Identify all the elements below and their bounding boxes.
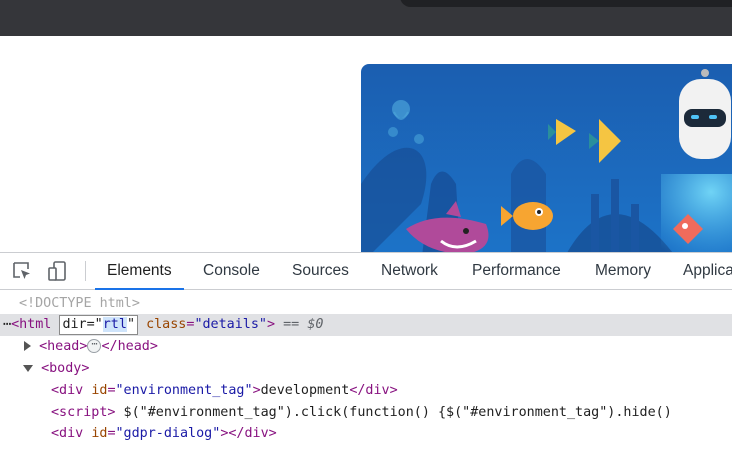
underwater-scene-image (361, 64, 732, 252)
expand-arrow-icon[interactable] (24, 341, 31, 351)
attribute-edit-field[interactable]: dir="rtl" (59, 315, 138, 335)
tab-network[interactable]: Network (381, 253, 438, 289)
div-open-tag: <div (51, 383, 84, 398)
head-open-tag: <head> (39, 339, 88, 354)
edit-attr-suffix: " (126, 317, 135, 332)
html-open-tag: <html (11, 317, 52, 332)
tab-memory[interactable]: Memory (595, 253, 651, 289)
dom-node-body[interactable]: <body> (0, 358, 732, 380)
selected-node-eq: == (275, 317, 308, 332)
selected-node-dollar0: $0 (307, 317, 324, 332)
dom-node-div-environment-tag[interactable]: <div id="environment_tag">development</d… (0, 380, 732, 402)
edit-attr-prefix: dir=" (62, 317, 103, 332)
div-text-content[interactable]: development (261, 383, 350, 398)
tab-performance[interactable]: Performance (472, 253, 561, 289)
dom-node-html[interactable]: ⋯<html dir="rtl" class="details"> == $0 (0, 314, 732, 336)
script-text-content[interactable]: $("#environment_tag").click(function() {… (116, 405, 672, 420)
gdpr-div-open-tag: <div (51, 426, 84, 441)
tab-sources[interactable]: Sources (292, 253, 349, 289)
edit-attr-selected-value: rtl (102, 317, 127, 332)
div-id-attr-eq: = (107, 383, 116, 398)
device-toolbar-icon[interactable] (46, 260, 68, 282)
page-viewport (0, 36, 732, 252)
browser-top-bar (0, 0, 732, 36)
div-id-attr-value[interactable]: "environment_tag" (116, 383, 253, 398)
gdpr-div-id-attr-eq: = (107, 426, 116, 441)
collapsed-children-badge[interactable]: ⋯ (87, 339, 102, 353)
dom-node-div-gdpr-dialog[interactable]: <div id="gdpr-dialog"></div> (0, 423, 732, 445)
gdpr-div-close-tag: </div> (228, 426, 277, 441)
html-open-tag-close: > (267, 317, 276, 332)
div-close-tag: </div> (349, 383, 398, 398)
dom-node-doctype[interactable]: <!DOCTYPE html> (0, 293, 732, 315)
node-menu-ellipsis[interactable]: ⋯ (3, 317, 11, 332)
doctype-text: <!DOCTYPE html> (19, 296, 140, 311)
class-attr-value[interactable]: "details" (194, 317, 267, 332)
hero-illustration (361, 64, 732, 252)
collapse-arrow-icon[interactable] (23, 364, 33, 372)
devtools-panel: Elements Console Sources Network Perform… (0, 252, 732, 449)
tab-application[interactable]: Applica (683, 253, 732, 289)
div-open-tag-close: > (252, 383, 261, 398)
dom-node-script[interactable]: <script> $("#environment_tag").click(fun… (0, 402, 732, 424)
inspect-element-icon[interactable] (11, 260, 33, 282)
toolbar-divider (85, 261, 86, 281)
script-open-tag: <script> (51, 405, 116, 420)
head-close-tag: </head> (101, 339, 158, 354)
tab-elements[interactable]: Elements (95, 253, 184, 290)
gdpr-div-id-attr-name[interactable]: id (91, 426, 107, 441)
div-id-attr-name[interactable]: id (91, 383, 107, 398)
dom-node-head[interactable]: <head> ⋯ </head> (0, 336, 732, 358)
body-open-tag: <body> (41, 361, 90, 376)
tab-console[interactable]: Console (203, 253, 260, 289)
devtools-toolbar: Elements Console Sources Network Perform… (0, 253, 732, 290)
address-bar[interactable] (400, 0, 732, 7)
gdpr-div-id-attr-value[interactable]: "gdpr-dialog" (116, 426, 221, 441)
class-attr-name[interactable]: class (146, 317, 186, 332)
